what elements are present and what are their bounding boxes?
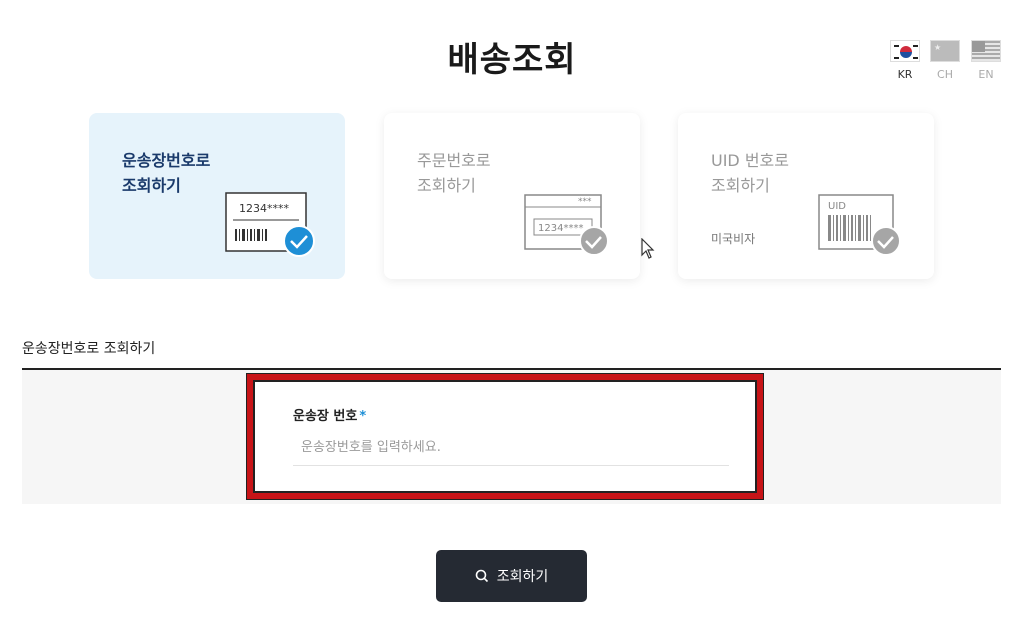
- language-kr[interactable]: KR: [888, 40, 922, 81]
- lookup-by-order-card[interactable]: 주문번호로 조회하기 *** 1234****: [384, 113, 640, 279]
- mouse-cursor-icon: [641, 238, 655, 259]
- uid-text: UID: [828, 201, 846, 212]
- section-title: 운송장번호로 조회하기: [22, 341, 156, 357]
- search-icon: [475, 569, 488, 583]
- page-title: 배송조회: [447, 40, 577, 80]
- language-en[interactable]: EN: [969, 40, 1003, 81]
- language-code: KR: [897, 68, 913, 81]
- lookup-by-waybill-card[interactable]: 운송장번호로 조회하기 1234****: [89, 113, 345, 279]
- waybill-number-input[interactable]: [293, 430, 729, 466]
- uid-barcode-icon: UID: [818, 194, 901, 256]
- language-ch[interactable]: ★ CH: [928, 40, 962, 81]
- waybill-number-text: 1234****: [239, 202, 289, 215]
- field-label-text: 운송장 번호: [293, 409, 358, 424]
- search-button-label: 조회하기: [496, 569, 549, 585]
- order-number-text: 1234****: [538, 223, 583, 234]
- us-flag-icon: [971, 40, 1001, 62]
- language-code: EN: [978, 68, 994, 81]
- waybill-field-label: 운송장 번호 *: [293, 405, 366, 424]
- required-mark: *: [359, 409, 367, 424]
- korea-flag-icon: [890, 40, 920, 62]
- language-code: CH: [937, 68, 953, 81]
- card-title: 주문번호로 조회하기: [417, 151, 491, 195]
- waybill-label-icon: 1234****: [225, 192, 315, 257]
- order-window-icon: *** 1234****: [524, 194, 609, 256]
- card-title: 운송장번호로 조회하기: [122, 151, 211, 195]
- order-dots-text: ***: [578, 197, 592, 207]
- card-subtitle: 미국비자: [711, 232, 756, 246]
- search-button[interactable]: 조회하기: [436, 550, 587, 602]
- china-flag-icon: ★: [930, 40, 960, 62]
- lookup-by-uid-card[interactable]: UID 번호로 조회하기 미국비자 UID: [678, 113, 934, 279]
- card-title: UID 번호로 조회하기: [711, 151, 789, 195]
